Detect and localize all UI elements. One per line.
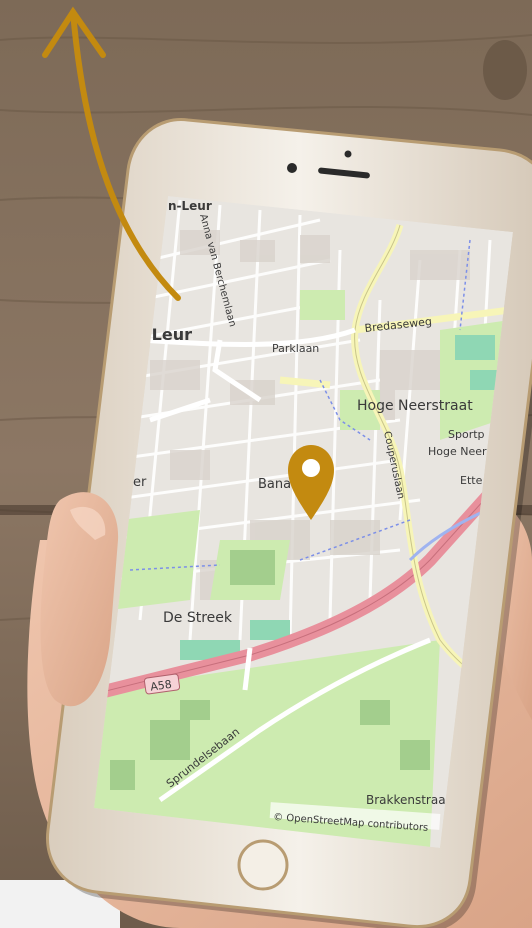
label-hoge-neerstraat: Hoge Neerstraat <box>357 398 473 414</box>
scene: n-Leur -Leur Anna van Berchemlaan Parkla… <box>0 0 532 928</box>
label-town-top: n-Leur <box>168 199 212 213</box>
proximity-sensor <box>344 150 352 158</box>
label-brakkenstraat: Brakkenstraa <box>366 793 446 807</box>
label-de-streek: De Streek <box>163 610 233 626</box>
label-er: er <box>133 475 147 490</box>
label-parklaan: Parklaan <box>272 342 319 355</box>
label-town-left: -Leur <box>145 325 192 344</box>
label-ette: Ette <box>460 474 483 487</box>
label-hoge-neer: Hoge Neer <box>428 445 487 458</box>
home-button[interactable] <box>237 839 289 891</box>
label-sportpark: Sportp <box>448 428 485 441</box>
front-camera <box>287 163 297 173</box>
label-bana: Bana <box>258 477 291 492</box>
wood-knot <box>483 40 527 100</box>
